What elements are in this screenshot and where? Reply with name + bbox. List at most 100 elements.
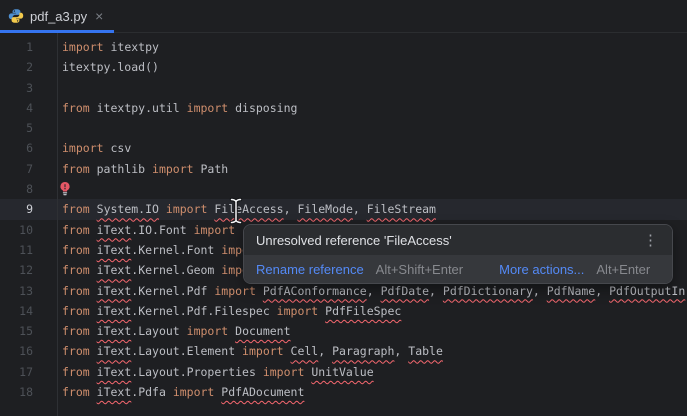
line-number[interactable]: 13 xyxy=(0,281,57,301)
code-token xyxy=(90,385,97,399)
line-number[interactable]: 7 xyxy=(0,159,57,179)
code-text[interactable]: from iText.Layout.Properties import Unit… xyxy=(57,362,374,382)
line-number[interactable]: 10 xyxy=(0,220,57,240)
line-number[interactable]: 12 xyxy=(0,260,57,280)
code-token: from xyxy=(62,365,90,379)
line-number[interactable]: 8 xyxy=(0,179,57,199)
line-number[interactable]: 11 xyxy=(0,240,57,260)
code-token: , xyxy=(595,284,609,298)
unresolved-reference: PdfOutputIn xyxy=(609,284,685,298)
line-number[interactable]: 6 xyxy=(0,138,57,158)
ide-window: pdf_a3.py × 1import itextpy2itextpy.load… xyxy=(0,0,687,416)
shortcut-hint: Alt+Shift+Enter xyxy=(376,262,463,277)
error-lightbulb-icon[interactable] xyxy=(58,181,72,197)
code-text[interactable]: from itextpy.util import disposing xyxy=(57,98,297,118)
code-token: .Kernel.Pdf.Filespec xyxy=(131,304,276,318)
error-tooltip: Unresolved reference 'FileAccess' ⋮ Rena… xyxy=(243,224,673,284)
unresolved-reference: Table xyxy=(408,344,443,358)
tab-close-icon[interactable]: × xyxy=(93,8,105,24)
line-number[interactable]: 17 xyxy=(0,362,57,382)
line-number[interactable]: 1 xyxy=(0,37,57,57)
code-text[interactable]: from iText.Kernel.Font import xyxy=(57,240,263,260)
code-text[interactable]: import csv xyxy=(57,138,131,158)
tooltip-action-group: More actions...Alt+Enter xyxy=(499,262,650,277)
code-line-4[interactable]: 4from itextpy.util import disposing xyxy=(0,98,687,118)
code-line-18[interactable]: 18from iText.Pdfa import PdfADocument xyxy=(0,382,687,402)
code-token xyxy=(90,243,97,257)
code-token: , xyxy=(284,202,298,216)
code-token xyxy=(159,202,166,216)
code-token: csv xyxy=(104,141,132,155)
more-actions-link[interactable]: More actions... xyxy=(499,262,584,277)
kebab-menu-icon[interactable]: ⋮ xyxy=(641,231,660,249)
unresolved-reference: FileMode xyxy=(297,202,352,216)
code-token: from xyxy=(62,304,90,318)
code-token: , xyxy=(429,284,443,298)
code-text[interactable]: from iText.IO.Font import xyxy=(57,220,235,240)
code-text[interactable]: from iText.Kernel.Geom import xyxy=(57,260,263,280)
unresolved-reference: Cell xyxy=(291,344,319,358)
code-text[interactable]: from pathlib import Path xyxy=(57,159,228,179)
code-text[interactable]: itextpy.load() xyxy=(57,57,159,77)
code-text[interactable]: from iText.Layout import Document xyxy=(57,321,291,341)
line-number[interactable]: 9 xyxy=(0,199,57,219)
tab-pdf-a3-py[interactable]: pdf_a3.py × xyxy=(0,0,114,32)
code-line-1[interactable]: 1import itextpy xyxy=(0,37,687,57)
code-line-3[interactable]: 3 xyxy=(0,78,687,98)
code-token: .Kernel.Font xyxy=(131,243,221,257)
code-token: import xyxy=(194,223,236,237)
code-token: itextpy xyxy=(104,40,159,54)
code-token: import xyxy=(277,304,319,318)
code-token: itextpy.load() xyxy=(62,60,159,74)
code-text[interactable]: from iText.Layout.Element import Cell, P… xyxy=(57,341,443,361)
code-token: from xyxy=(62,223,90,237)
line-number[interactable]: 4 xyxy=(0,98,57,118)
code-text[interactable]: import itextpy xyxy=(57,37,159,57)
tooltip-action-group: Rename reference Alt+Shift+Enter xyxy=(256,262,463,277)
code-text[interactable]: from iText.Pdfa import PdfADocument xyxy=(57,382,304,402)
rename-reference-link[interactable]: Rename reference xyxy=(256,262,364,277)
code-token: from xyxy=(62,385,90,399)
line-number[interactable]: 18 xyxy=(0,382,57,402)
code-token xyxy=(90,304,97,318)
code-token xyxy=(90,223,97,237)
code-line-16[interactable]: 16from iText.Layout.Element import Cell,… xyxy=(0,341,687,361)
line-number[interactable]: 16 xyxy=(0,341,57,361)
line-number[interactable]: 5 xyxy=(0,118,57,138)
code-token: import xyxy=(214,284,256,298)
line-number[interactable]: 15 xyxy=(0,321,57,341)
code-token: import xyxy=(263,365,305,379)
code-line-2[interactable]: 2 itextpy.load() xyxy=(0,57,687,77)
code-line-6[interactable]: 6import csv xyxy=(0,138,687,158)
code-line-14[interactable]: 14from iText.Kernel.Pdf.Filespec import … xyxy=(0,301,687,321)
code-token: from xyxy=(62,243,90,257)
unresolved-reference: PdfAConformance xyxy=(263,284,367,298)
code-text[interactable]: from iText.Kernel.Pdf.Filespec import Pd… xyxy=(57,301,401,321)
code-token: from xyxy=(62,324,90,338)
code-line-9[interactable]: 9from System.IO import FileAccess, FileM… xyxy=(0,199,687,219)
code-line-17[interactable]: 17from iText.Layout.Properties import Un… xyxy=(0,362,687,382)
code-token xyxy=(90,263,97,277)
code-token: from xyxy=(62,284,90,298)
code-token xyxy=(284,344,291,358)
code-token: disposing xyxy=(228,101,297,115)
code-token: , xyxy=(533,284,547,298)
code-token: import xyxy=(62,141,104,155)
code-token: itextpy.util xyxy=(90,101,187,115)
tooltip-actions-row: Rename reference Alt+Shift+Enter More acti… xyxy=(244,255,672,283)
code-token: import xyxy=(242,344,284,358)
code-line-7[interactable]: 7from pathlib import Path xyxy=(0,159,687,179)
unresolved-reference: iText xyxy=(97,243,132,257)
line-number[interactable]: 3 xyxy=(0,78,57,98)
code-text[interactable]: from System.IO import FileAccess, FileMo… xyxy=(57,199,436,219)
code-token: .Layout.Element xyxy=(131,344,242,358)
code-line-8[interactable]: 8 xyxy=(0,179,687,199)
line-number[interactable]: 14 xyxy=(0,301,57,321)
code-token: import xyxy=(152,162,194,176)
tab-title: pdf_a3.py xyxy=(30,9,87,24)
code-token: .Layout xyxy=(131,324,186,338)
line-number[interactable]: 2 xyxy=(0,57,57,77)
code-line-5[interactable]: 5 xyxy=(0,118,687,138)
code-line-15[interactable]: 15from iText.Layout import Document xyxy=(0,321,687,341)
code-token: , xyxy=(353,202,367,216)
